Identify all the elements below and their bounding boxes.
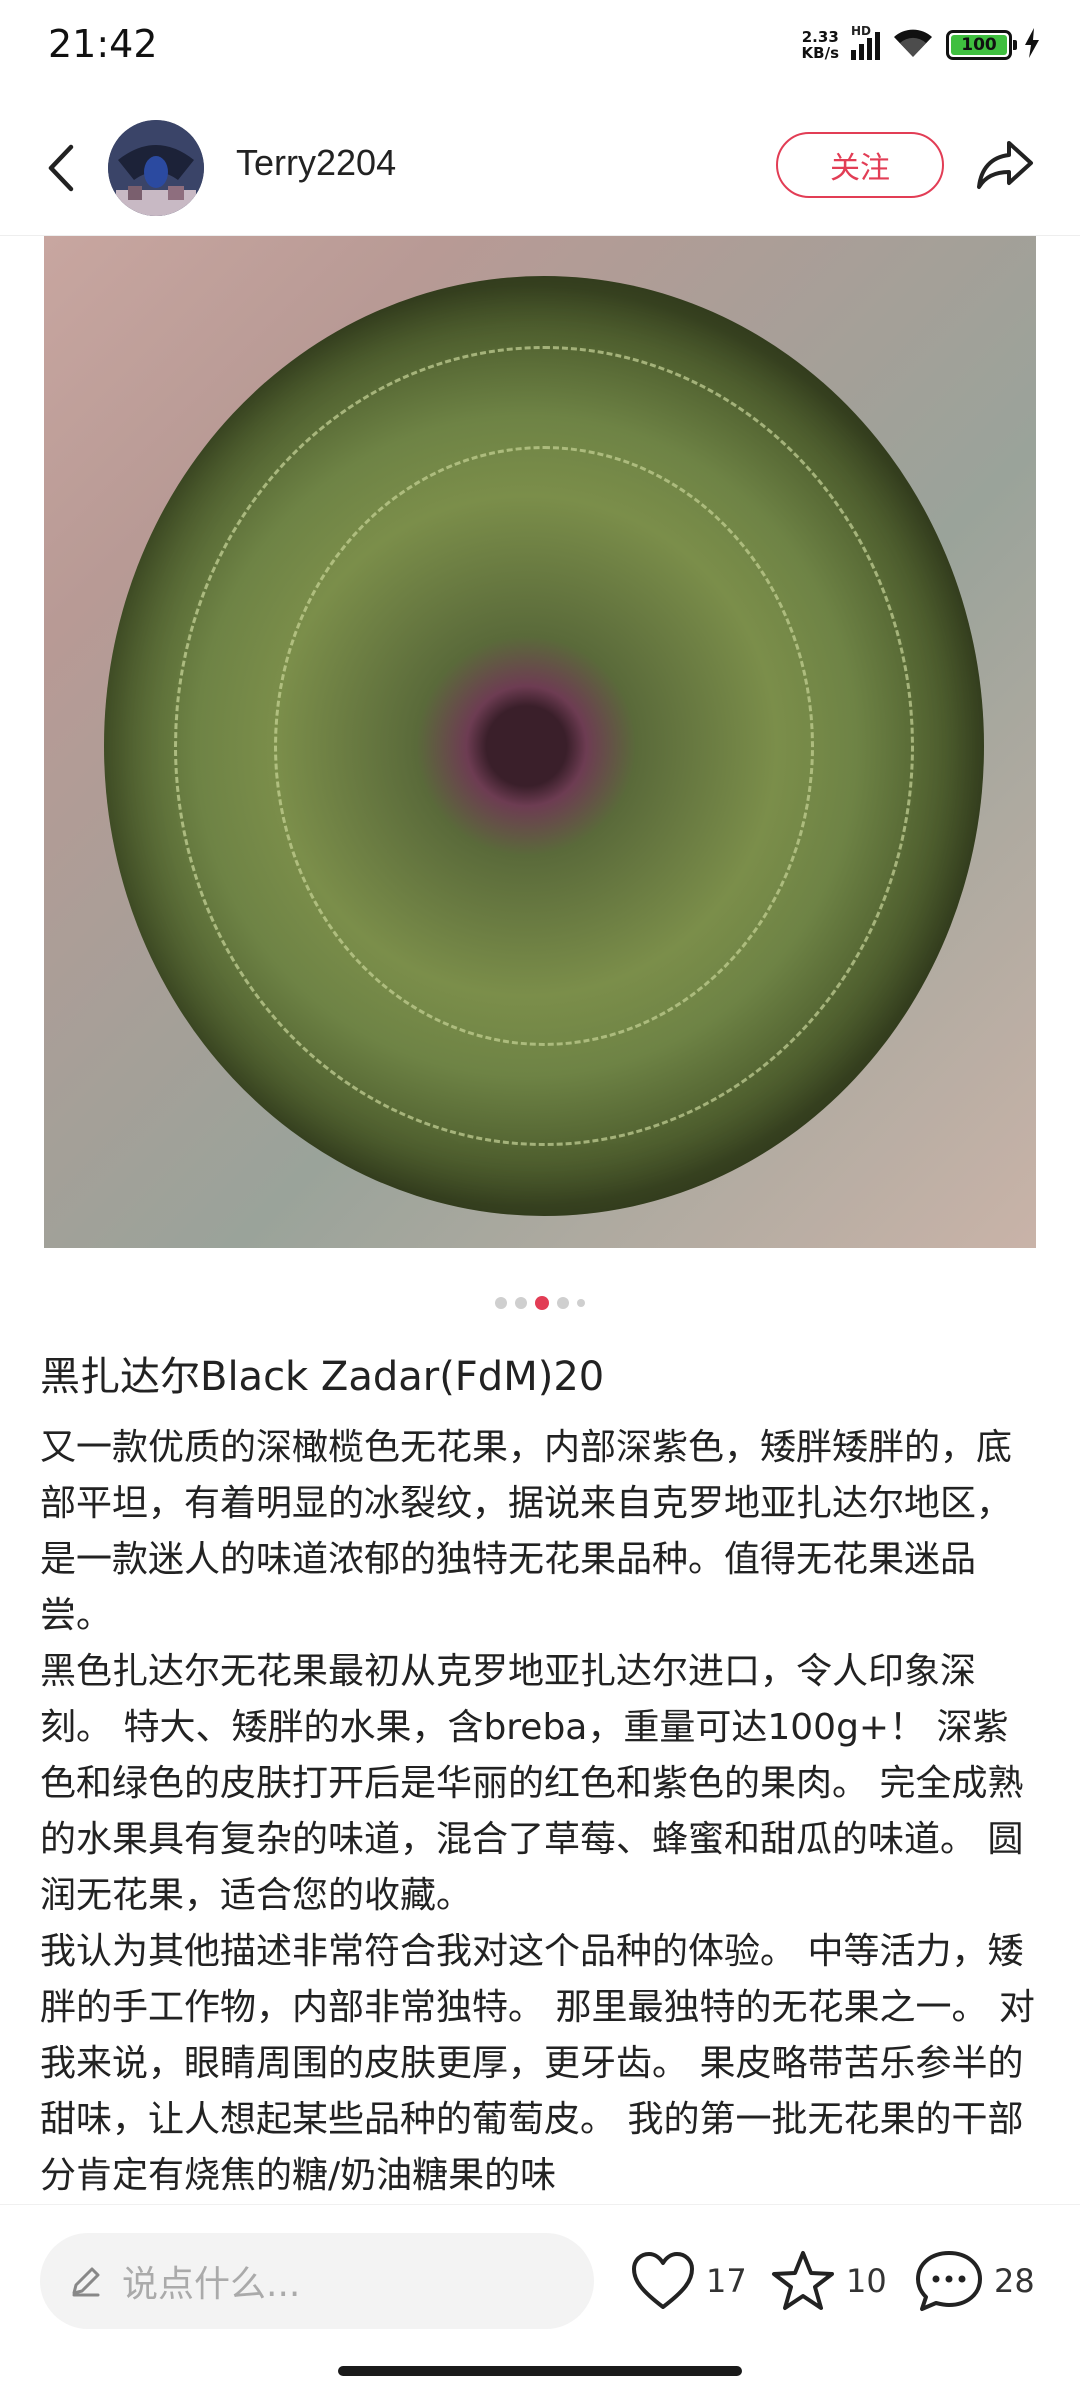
status-icons: 2.33 KB/s HD 100 [802,24,1040,66]
carousel-dot-active [535,1296,549,1310]
post-image[interactable] [44,236,1036,1248]
battery-icon: 100 [946,30,1017,60]
comment-input[interactable]: 说点什么... [40,2233,594,2329]
pencil-icon [72,2267,100,2297]
home-indicator[interactable] [338,2366,742,2376]
author-username[interactable]: Terry2204 [236,142,396,184]
comment-button[interactable]: 28 [914,2249,1035,2313]
post-title: 黑扎达尔Black Zadar(FdM)20 [40,1354,605,1400]
comment-icon [916,2251,982,2311]
network-speed: 2.33 KB/s [802,29,839,61]
carousel-dot [515,1297,527,1309]
signal-icon: HD [851,24,880,60]
carousel-dot [495,1297,507,1309]
post-body: 又一款优质的深橄榄色无花果，内部深紫色，矮胖矮胖的，底部平坦，有着明显的冰裂纹，… [40,1420,1040,2204]
post-header: Terry2204 关注 [0,100,1080,236]
network-type-label: HD [851,24,872,38]
battery-level: 100 [951,35,1007,55]
heart-icon [632,2252,694,2309]
back-arrow-icon [48,144,74,192]
bottom-action-bar: 说点什么... 17 10 28 [0,2204,1080,2354]
status-time: 21:42 [48,22,158,66]
back-button[interactable] [30,132,90,204]
fig-fruit-image [104,276,984,1216]
charging-icon [1024,28,1040,62]
network-speed-unit: KB/s [801,44,839,62]
wifi-icon [892,27,934,63]
share-icon [977,141,1033,189]
post-paragraph: 我认为其他描述非常符合我对这个品种的体验。 中等活力，矮胖的手工作物，内部非常独… [40,1931,1035,2196]
like-count: 17 [706,2262,747,2300]
favorite-count: 10 [846,2262,887,2300]
carousel-indicator [0,1296,1080,1310]
favorite-button[interactable]: 10 [770,2249,887,2313]
carousel-dot [557,1297,569,1309]
network-speed-value: 2.33 [801,28,839,46]
follow-button[interactable]: 关注 [776,132,944,198]
status-bar: 21:42 2.33 KB/s HD 100 [0,0,1080,90]
post-paragraph: 又一款优质的深橄榄色无花果，内部深紫色，矮胖矮胖的，底部平坦，有着明显的冰裂纹，… [40,1427,1013,1636]
like-button[interactable]: 17 [630,2249,747,2313]
star-icon [772,2251,834,2310]
carousel-dot [577,1299,585,1307]
post-paragraph: 黑色扎达尔无花果最初从克罗地亚扎达尔进口，令人印象深刻。 特大、矮胖的水果，含b… [40,1651,1024,1916]
comment-placeholder: 说点什么... [122,2264,301,2305]
comment-count: 28 [994,2262,1035,2300]
author-avatar[interactable] [108,120,204,216]
share-button[interactable] [970,130,1040,200]
